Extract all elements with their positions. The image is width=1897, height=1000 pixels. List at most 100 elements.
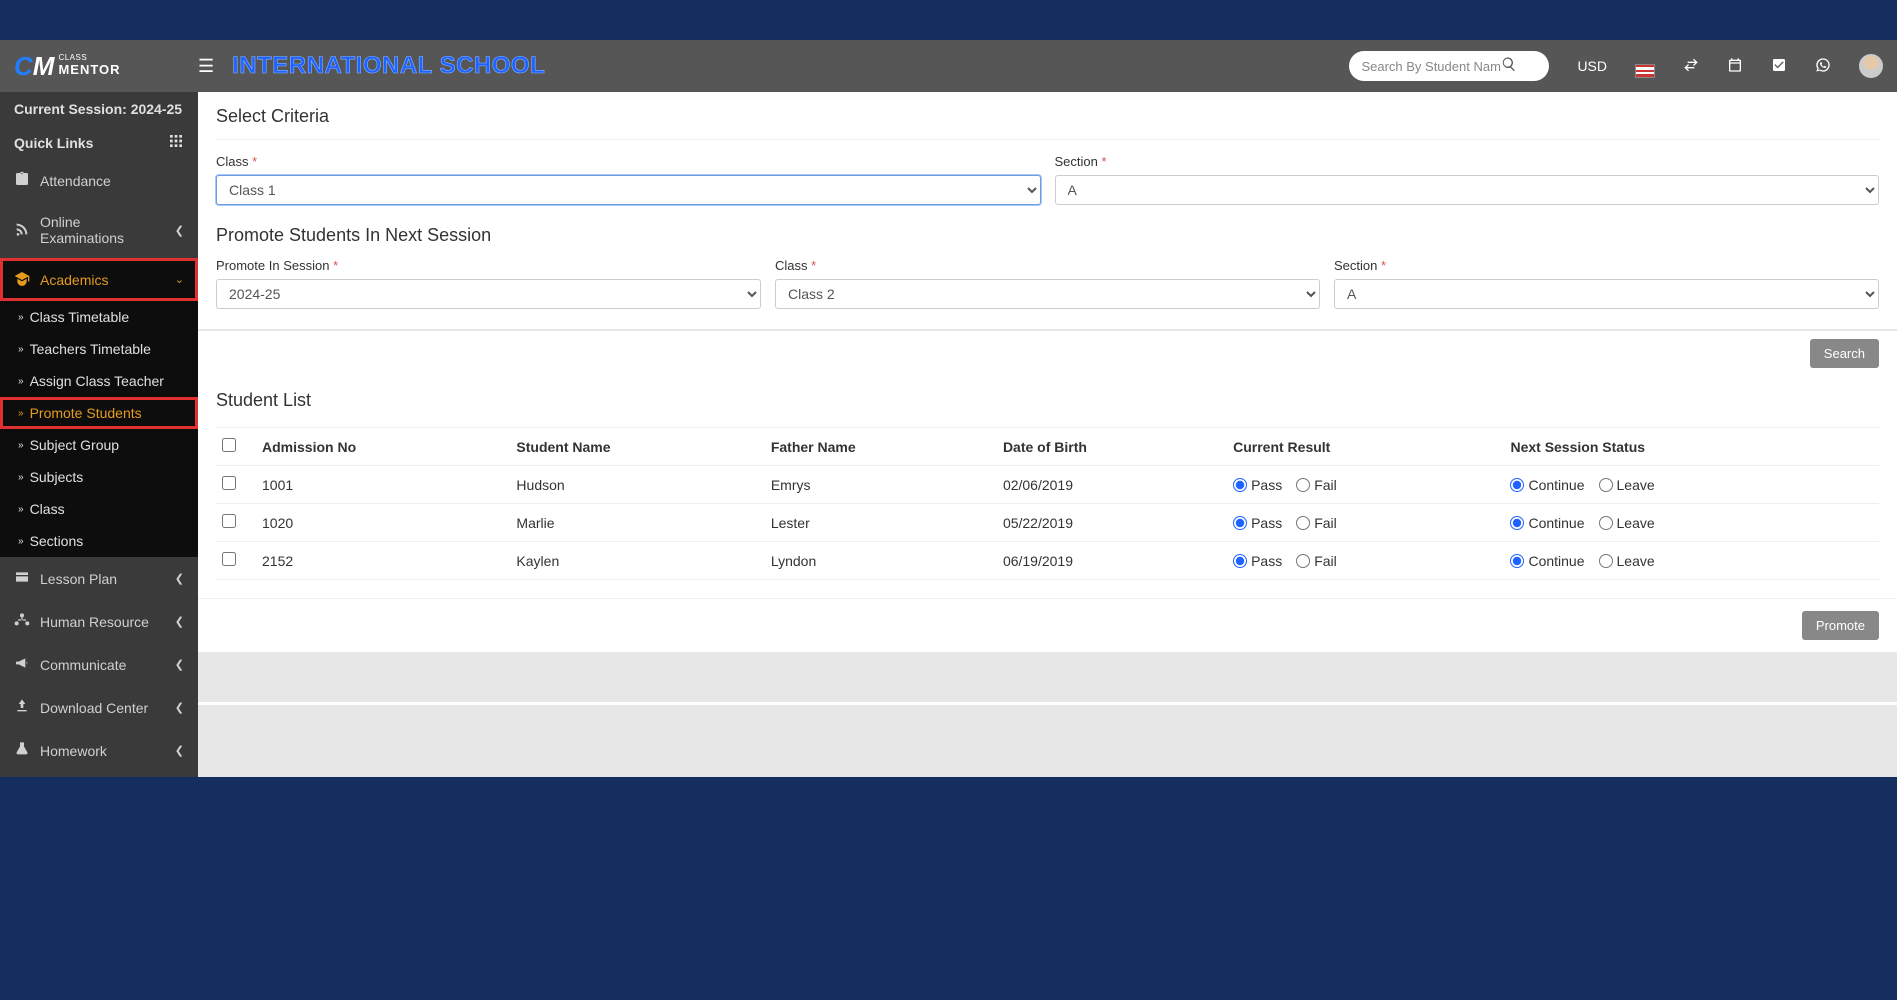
row-checkbox[interactable] — [222, 514, 236, 528]
pass-radio[interactable] — [1233, 554, 1247, 568]
section-select[interactable]: A — [1055, 175, 1880, 205]
org-icon — [14, 612, 30, 631]
logo[interactable]: CM CLASSMENTOR — [14, 51, 121, 82]
bottom-band — [0, 777, 1897, 847]
pass-radio[interactable] — [1233, 478, 1247, 492]
whatsapp-icon[interactable] — [1815, 57, 1831, 76]
sub-promote-students[interactable]: »Promote Students — [0, 397, 198, 429]
col-student: Student Name — [510, 428, 764, 466]
sidebar-item-human-resource[interactable]: Human Resource ❮ — [0, 600, 198, 643]
cell-admission: 2152 — [256, 542, 510, 580]
sub-label: Subject Group — [30, 437, 120, 453]
continue-radio[interactable] — [1510, 516, 1524, 530]
cell-father: Emrys — [765, 466, 997, 504]
fail-radio[interactable] — [1296, 554, 1310, 568]
sub-class[interactable]: »Class — [0, 493, 198, 525]
main-content: Select Criteria Class * Class 1 Section … — [198, 92, 1897, 777]
continue-radio-label[interactable]: Continue — [1510, 553, 1584, 569]
pass-radio[interactable] — [1233, 516, 1247, 530]
top-band — [0, 0, 1897, 40]
continue-radio[interactable] — [1510, 554, 1524, 568]
pass-radio-label[interactable]: Pass — [1233, 553, 1282, 569]
transfer-icon[interactable] — [1683, 57, 1699, 76]
sub-subject-group[interactable]: »Subject Group — [0, 429, 198, 461]
col-dob: Date of Birth — [997, 428, 1227, 466]
leave-radio-label[interactable]: Leave — [1599, 553, 1655, 569]
cell-dob: 06/19/2019 — [997, 542, 1227, 580]
chevron-left-icon: ❮ — [175, 744, 184, 757]
avatar-icon[interactable] — [1859, 54, 1883, 78]
cell-dob: 05/22/2019 — [997, 504, 1227, 542]
criteria-title: Select Criteria — [216, 106, 1879, 127]
promote-row: Promote — [198, 598, 1897, 652]
sidebar-item-attendance[interactable]: Attendance — [0, 159, 198, 202]
sub-assign-class-teacher[interactable]: »Assign Class Teacher — [0, 365, 198, 397]
sub-subjects[interactable]: »Subjects — [0, 461, 198, 493]
sidebar-item-communicate[interactable]: Communicate ❮ — [0, 643, 198, 686]
promote-session-select[interactable]: 2024-25 — [216, 279, 761, 309]
sub-label: Assign Class Teacher — [30, 373, 164, 389]
search-button[interactable]: Search — [1810, 339, 1879, 368]
chevron-left-icon: ❮ — [175, 701, 184, 714]
promote-button[interactable]: Promote — [1802, 611, 1879, 640]
nav-label: Communicate — [40, 657, 126, 673]
cap-icon — [14, 270, 30, 289]
check-icon[interactable] — [1771, 57, 1787, 76]
chevron-left-icon: ❮ — [175, 224, 184, 237]
leave-radio-label[interactable]: Leave — [1599, 477, 1655, 493]
fail-radio[interactable] — [1296, 516, 1310, 530]
fail-radio[interactable] — [1296, 478, 1310, 492]
pass-radio-label[interactable]: Pass — [1233, 515, 1282, 531]
hamburger-icon[interactable]: ☰ — [198, 56, 214, 77]
continue-radio-label[interactable]: Continue — [1510, 477, 1584, 493]
footer-bar — [198, 702, 1897, 705]
logo-text: CLASSMENTOR — [58, 54, 120, 77]
nav-label: Homework — [40, 743, 107, 759]
download-icon — [14, 698, 30, 717]
session-label: Current Session: 2024-25 — [0, 92, 198, 126]
sub-sections[interactable]: »Sections — [0, 525, 198, 557]
clipboard-icon — [14, 171, 30, 190]
col-admission: Admission No — [256, 428, 510, 466]
flag-icon[interactable] — [1635, 54, 1655, 78]
fail-radio-label[interactable]: Fail — [1296, 553, 1337, 569]
sidebar-item-lesson-plan[interactable]: Lesson Plan ❮ — [0, 557, 198, 600]
sidebar-item-academics[interactable]: Academics ⌄ — [0, 258, 198, 301]
continue-radio-label[interactable]: Continue — [1510, 515, 1584, 531]
promote-section-select[interactable]: A — [1334, 279, 1879, 309]
search-box[interactable] — [1349, 51, 1549, 81]
search-icon[interactable] — [1501, 56, 1517, 77]
brand-title: INTERNATIONAL SCHOOL — [232, 52, 545, 80]
currency-label[interactable]: USD — [1577, 58, 1607, 74]
cell-dob: 02/06/2019 — [997, 466, 1227, 504]
logo-area: CM CLASSMENTOR — [14, 51, 198, 82]
select-all-checkbox[interactable] — [222, 438, 236, 452]
leave-radio[interactable] — [1599, 478, 1613, 492]
row-checkbox[interactable] — [222, 476, 236, 490]
rss-icon — [14, 221, 30, 240]
continue-radio[interactable] — [1510, 478, 1524, 492]
sub-label: Promote Students — [30, 405, 142, 421]
row-checkbox[interactable] — [222, 552, 236, 566]
cell-student: Kaylen — [510, 542, 764, 580]
calendar-icon[interactable] — [1727, 57, 1743, 76]
class-select[interactable]: Class 1 — [216, 175, 1041, 205]
sidebar-item-online-exams[interactable]: Online Examinations ❮ — [0, 202, 198, 258]
nav-label: Online Examinations — [40, 214, 165, 246]
nav-label: Attendance — [40, 173, 111, 189]
leave-radio[interactable] — [1599, 554, 1613, 568]
pass-radio-label[interactable]: Pass — [1233, 477, 1282, 493]
quick-links[interactable]: Quick Links — [0, 126, 198, 159]
sidebar-item-download-center[interactable]: Download Center ❮ — [0, 686, 198, 729]
sidebar-item-homework[interactable]: Homework ❮ — [0, 729, 198, 772]
leave-radio-label[interactable]: Leave — [1599, 515, 1655, 531]
fail-radio-label[interactable]: Fail — [1296, 477, 1337, 493]
search-input[interactable] — [1361, 59, 1501, 74]
cell-father: Lyndon — [765, 542, 997, 580]
col-status: Next Session Status — [1504, 428, 1879, 466]
leave-radio[interactable] — [1599, 516, 1613, 530]
sub-teachers-timetable[interactable]: »Teachers Timetable — [0, 333, 198, 365]
fail-radio-label[interactable]: Fail — [1296, 515, 1337, 531]
sub-class-timetable[interactable]: »Class Timetable — [0, 301, 198, 333]
promote-class-select[interactable]: Class 2 — [775, 279, 1320, 309]
